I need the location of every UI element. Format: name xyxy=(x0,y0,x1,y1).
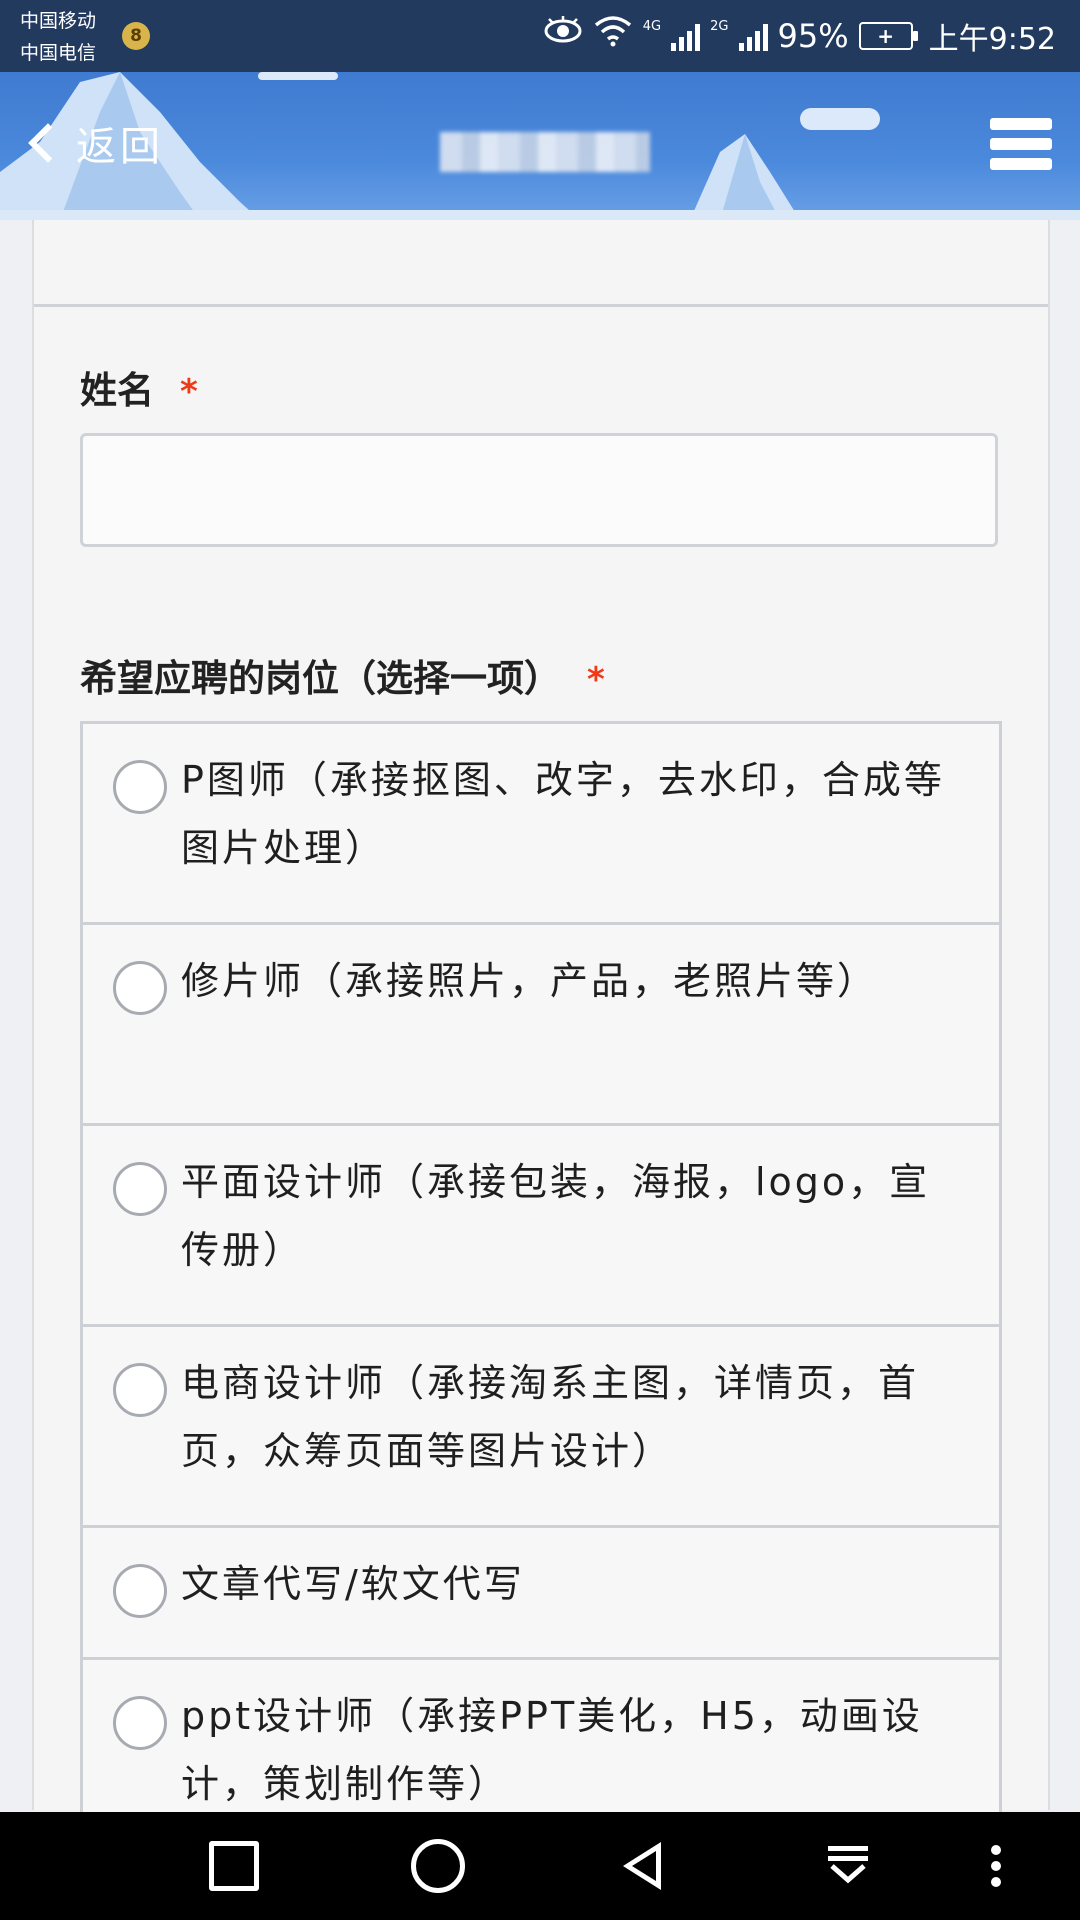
battery-percent: 95% xyxy=(777,17,849,55)
circle-icon xyxy=(411,1839,465,1893)
position-options: P图师（承接抠图、改字，去水印，合成等图片处理） 修片师（承接照片，产品，老照片… xyxy=(80,721,1002,1861)
list-item-option[interactable]: 平面设计师（承接包装，海报，logo，宣传册） xyxy=(83,1126,999,1327)
battery-icon: + xyxy=(858,22,918,50)
radio-button[interactable] xyxy=(113,1564,167,1618)
list-item-option[interactable]: 修片师（承接照片，产品，老照片等） xyxy=(83,925,999,1126)
option-label: 修片师（承接照片，产品，老照片等） xyxy=(181,959,879,1003)
form-card: 姓名 * 希望应聘的岗位（选择一项） * P图师（承接抠图、改字，去水印，合成等图片… xyxy=(32,220,1050,1861)
option-label: 电商设计师（承接淘系主图，详情页，首页，众筹页面等图片设计） xyxy=(181,1361,920,1473)
home-button[interactable] xyxy=(384,1812,492,1920)
app-header: 返回 xyxy=(0,72,1080,220)
system-nav-bar xyxy=(0,1812,1080,1920)
recent-apps-button[interactable] xyxy=(180,1812,288,1920)
option-label: P图师（承接抠图、改字，去水印，合成等图片处理） xyxy=(181,758,945,870)
position-label-text: 希望应聘的岗位（选择一项） xyxy=(80,657,561,700)
back-nav-button[interactable] xyxy=(588,1812,696,1920)
option-label: ppt设计师（承接PPT美化，H5，动画设计，策划制作等） xyxy=(181,1694,923,1806)
back-label: 返回 xyxy=(76,124,164,170)
more-vertical-icon xyxy=(991,1839,1001,1893)
required-asterisk-icon: * xyxy=(180,372,198,412)
divider xyxy=(34,304,1048,307)
notification-pulldown-button[interactable] xyxy=(792,1812,900,1920)
hamburger-icon xyxy=(990,118,1052,130)
radio-button[interactable] xyxy=(113,961,167,1015)
sim-badge: 8 xyxy=(122,22,150,50)
option-label: 平面设计师（承接包装，海报，logo，宣传册） xyxy=(181,1160,931,1272)
square-icon xyxy=(209,1841,259,1891)
list-item-option[interactable]: 电商设计师（承接淘系主图，详情页，首页，众筹页面等图片设计） xyxy=(83,1327,999,1528)
status-icons: 4G 2G 95% + 上午9:52 xyxy=(543,14,1056,58)
carrier-1: 中国移动 xyxy=(20,10,97,32)
list-item-option[interactable]: 文章代写/软文代写 xyxy=(83,1528,999,1660)
name-label-text: 姓名 xyxy=(80,369,154,412)
page-title xyxy=(440,132,650,172)
cloud-decoration-icon xyxy=(800,108,880,130)
signal-icon-2 xyxy=(738,21,768,51)
required-asterisk-icon: * xyxy=(587,660,605,700)
radio-button[interactable] xyxy=(113,1363,167,1417)
back-button[interactable]: 返回 xyxy=(26,114,164,172)
triangle-back-icon xyxy=(623,1842,661,1890)
cloud-decoration-icon xyxy=(258,72,338,80)
list-item-option[interactable]: P图师（承接抠图、改字，去水印，合成等图片处理） xyxy=(83,724,999,925)
download-arrow-icon xyxy=(826,1842,868,1890)
network-type-1: 4G xyxy=(642,18,662,34)
network-type-2: 2G xyxy=(710,18,729,34)
eye-icon xyxy=(543,14,583,58)
wifi-icon xyxy=(593,13,633,60)
name-field-label: 姓名 * xyxy=(80,360,198,414)
carrier-2: 中国电信 xyxy=(20,42,97,64)
clock: 上午9:52 xyxy=(928,22,1056,57)
battery-charging-glyph: + xyxy=(877,24,894,48)
option-label: 文章代写/软文代写 xyxy=(181,1562,525,1606)
radio-button[interactable] xyxy=(113,760,167,814)
radio-button[interactable] xyxy=(113,1696,167,1750)
name-input[interactable] xyxy=(80,433,998,547)
radio-button[interactable] xyxy=(113,1162,167,1216)
more-options-button[interactable] xyxy=(942,1812,1050,1920)
status-bar: 中国移动 中国电信 8 4G 2G 95% + 上午9:52 xyxy=(0,0,1080,72)
signal-icon xyxy=(671,21,701,51)
position-field-label: 希望应聘的岗位（选择一项） * xyxy=(80,648,605,702)
menu-button[interactable] xyxy=(990,118,1052,174)
chevron-left-icon xyxy=(28,123,68,163)
